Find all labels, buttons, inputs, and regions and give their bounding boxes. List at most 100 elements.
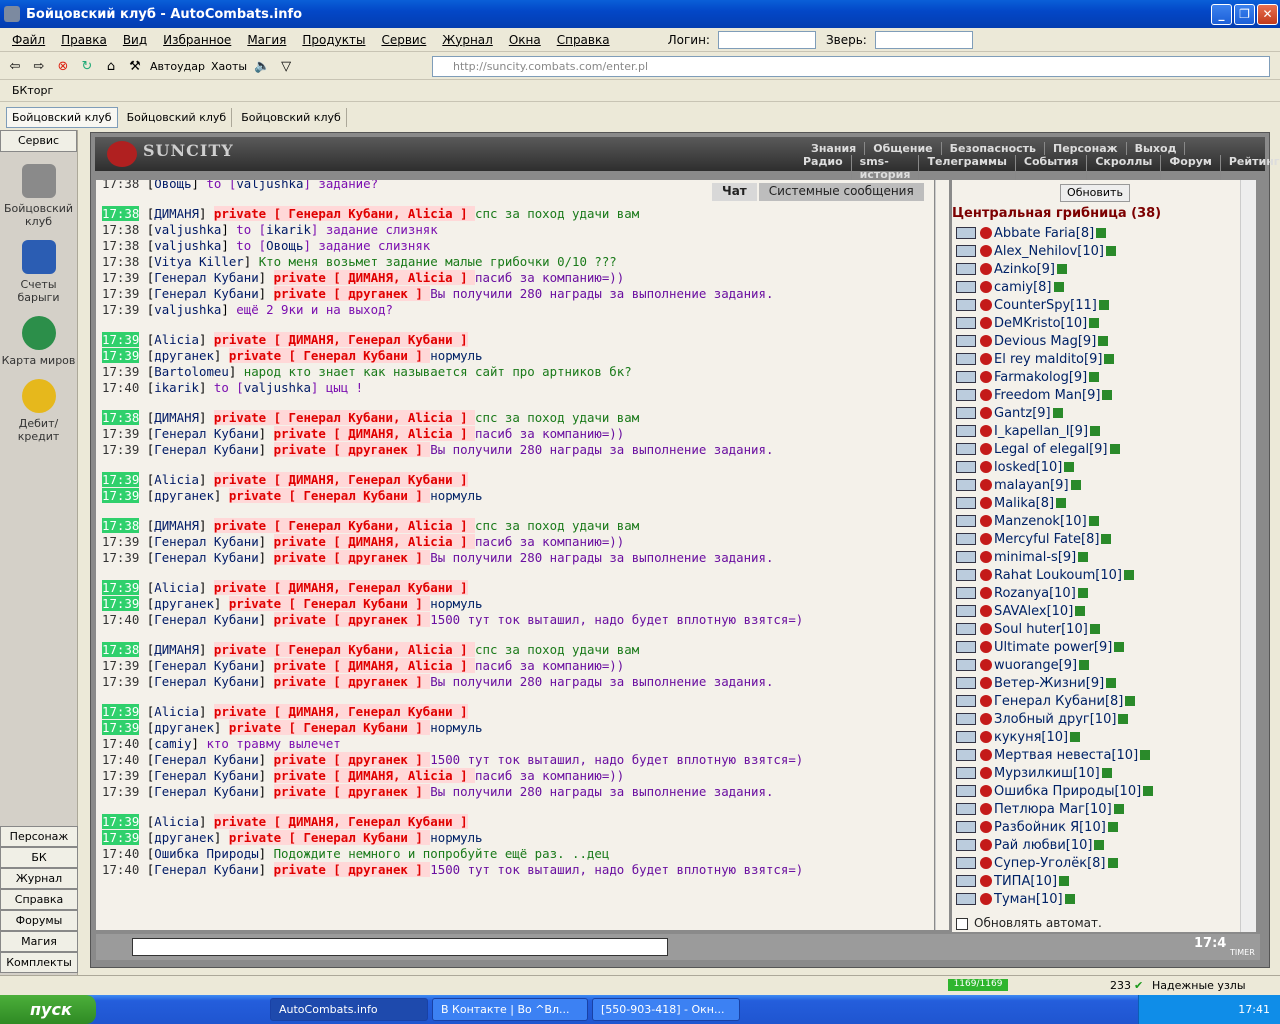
chat-nick[interactable]: Alicia (154, 580, 199, 595)
info-icon[interactable] (1075, 606, 1086, 616)
chat-time[interactable]: 17:39 (102, 270, 139, 285)
chat-time[interactable]: 17:39 (102, 784, 139, 799)
chat-nick[interactable]: Генерал Кубани (154, 768, 258, 783)
chat-nick[interactable]: Генерал Кубани (154, 862, 258, 877)
sidebar-btn-bk[interactable]: БК (0, 847, 78, 868)
user-row[interactable]: Ultimate power[9] (956, 638, 1236, 656)
chat-nick[interactable]: друганек (154, 488, 214, 503)
tab-chat[interactable]: Чат (712, 183, 757, 201)
user-name[interactable]: Freedom Man[9] (994, 388, 1100, 403)
maximize-button[interactable]: ❐ (1234, 4, 1255, 25)
chat-nick[interactable]: Alicia (154, 704, 199, 719)
user-row[interactable]: Петлюра Маг[10] (956, 800, 1236, 818)
chat-time[interactable]: 17:39 (102, 534, 139, 549)
chat-target[interactable]: Генерал Кубани, Alicia (288, 410, 453, 425)
info-icon[interactable] (1107, 858, 1118, 868)
user-row[interactable]: Azinko[9] (956, 260, 1236, 278)
user-row[interactable]: Злобный друг[10] (956, 710, 1236, 728)
private-message-icon[interactable] (956, 353, 976, 365)
haoty-button[interactable]: Хаоты (211, 60, 247, 73)
user-row[interactable]: malayan[9] (956, 476, 1236, 494)
autoudar-button[interactable]: Автоудар (150, 60, 205, 73)
nav-character[interactable]: Персонаж (1045, 142, 1127, 155)
user-name[interactable]: Разбойник Я[10] (994, 820, 1106, 835)
user-row[interactable]: Ошибка Природы[10] (956, 782, 1236, 800)
info-icon[interactable] (1106, 678, 1117, 688)
address-bar[interactable]: http://suncity.combats.com/enter.pl (432, 56, 1270, 77)
chat-time[interactable]: 17:39 (102, 364, 139, 379)
chat-nick[interactable]: ДИМАНЯ (154, 642, 199, 657)
user-name[interactable]: Farmakolog[9] (994, 370, 1087, 385)
info-icon[interactable] (1078, 552, 1089, 562)
chat-target[interactable]: ДИМАНЯ, Генерал Кубани (288, 580, 453, 595)
chat-nick[interactable]: ДИМАНЯ (154, 410, 199, 425)
user-row[interactable]: Malika[8] (956, 494, 1236, 512)
chat-target[interactable]: Генерал Кубани, Alicia (288, 206, 453, 221)
chat-nick[interactable]: Генерал Кубани (154, 612, 258, 627)
menu-journal[interactable]: Журнал (434, 33, 501, 47)
chat-nick[interactable]: Генерал Кубани (154, 534, 258, 549)
user-name[interactable]: Супер-Уголёк[8] (994, 856, 1106, 871)
user-name[interactable]: malayan[9] (994, 478, 1069, 493)
nav-exit[interactable]: Выход (1127, 142, 1186, 155)
user-row[interactable]: Генерал Кубани[8] (956, 692, 1236, 710)
chat-time[interactable]: 17:38 (102, 410, 140, 425)
private-message-icon[interactable] (956, 587, 976, 599)
menu-help[interactable]: Справка (549, 33, 618, 47)
nav-rating[interactable]: Рейтинг (1221, 155, 1280, 181)
user-row[interactable]: El rey maldito[9] (956, 350, 1236, 368)
filter-icon[interactable]: ▽ (277, 57, 295, 75)
chat-nick[interactable]: ikarik (154, 380, 199, 395)
private-message-icon[interactable] (956, 497, 976, 509)
nav-security[interactable]: Безопасность (942, 142, 1045, 155)
sidebar-item-worldmap[interactable]: Карта миров (0, 316, 77, 367)
menu-favorites[interactable]: Избранное (155, 33, 239, 47)
chat-target[interactable]: Генерал Кубани, Alicia (288, 518, 453, 533)
user-row[interactable]: Супер-Уголёк[8] (956, 854, 1236, 872)
private-message-icon[interactable] (956, 461, 976, 473)
user-name[interactable]: El rey maldito[9] (994, 352, 1102, 367)
login-select[interactable] (717, 30, 816, 49)
chat-target[interactable]: ДИМАНЯ, Alicia (348, 658, 453, 673)
menu-service[interactable]: Сервис (373, 33, 434, 47)
private-message-icon[interactable] (956, 299, 976, 311)
chat-time[interactable]: 17:39 (102, 550, 139, 565)
info-icon[interactable] (1143, 786, 1154, 796)
info-icon[interactable] (1088, 516, 1099, 526)
private-message-icon[interactable] (956, 281, 976, 293)
sidebar-btn-magic[interactable]: Магия (0, 931, 78, 952)
private-message-icon[interactable] (956, 695, 976, 707)
user-row[interactable]: losked[10] (956, 458, 1236, 476)
chat-target[interactable]: друганек (348, 784, 408, 799)
chat-time[interactable]: 17:39 (102, 472, 140, 487)
info-icon[interactable] (1089, 372, 1100, 382)
user-row[interactable]: Rozanya[10] (956, 584, 1236, 602)
user-name[interactable]: DeMKristo[10] (994, 316, 1087, 331)
info-icon[interactable] (1140, 750, 1151, 760)
user-row[interactable]: Manzenok[10] (956, 512, 1236, 530)
info-icon[interactable] (1052, 408, 1063, 418)
user-row[interactable]: кукуня[10] (956, 728, 1236, 746)
chat-time[interactable]: 17:38 (102, 254, 139, 269)
user-name[interactable]: Генерал Кубани[8] (994, 694, 1123, 709)
chat-nick[interactable]: Овощь (154, 180, 191, 191)
info-icon[interactable] (1070, 480, 1081, 490)
user-row[interactable]: CounterSpy[11] (956, 296, 1236, 314)
chat-target[interactable]: друганек (348, 612, 408, 627)
info-icon[interactable] (1064, 462, 1075, 472)
info-icon[interactable] (1057, 264, 1068, 274)
chat-nick[interactable]: Alicia (154, 472, 199, 487)
user-name[interactable]: Soul huter[10] (994, 622, 1088, 637)
chat-nick[interactable]: ДИМАНЯ (154, 518, 199, 533)
chat-target[interactable]: друганек (348, 752, 408, 767)
chat-time[interactable]: 17:39 (102, 596, 140, 611)
chat-target[interactable]: ДИМАНЯ, Alicia (348, 426, 453, 441)
private-message-icon[interactable] (956, 533, 976, 545)
chat-nick[interactable]: Генерал Кубани (154, 752, 258, 767)
private-message-icon[interactable] (956, 245, 976, 257)
user-name[interactable]: Azinko[9] (994, 262, 1055, 277)
chat-target[interactable]: ДИМАНЯ, Генерал Кубани (288, 814, 453, 829)
info-icon[interactable] (1123, 570, 1134, 580)
private-message-icon[interactable] (956, 443, 976, 455)
sidebar-btn-character[interactable]: Персонаж (0, 826, 78, 847)
